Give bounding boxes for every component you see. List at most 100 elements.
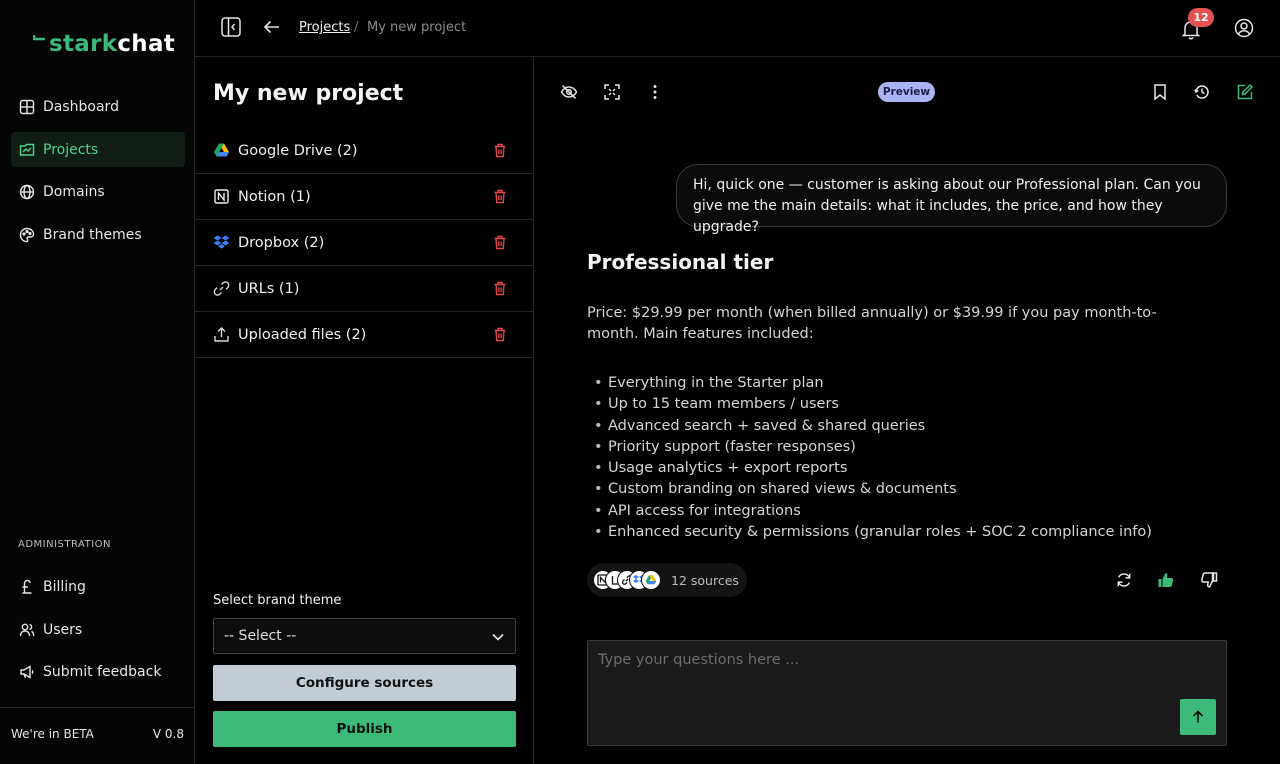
sidebar-item-label: Projects: [43, 141, 99, 158]
list-item: Priority support (faster responses): [594, 437, 1152, 459]
delete-source-icon[interactable]: [493, 281, 507, 296]
logo-text-chat: chat: [117, 31, 176, 57]
source-label: Notion (1): [238, 188, 311, 205]
brand-theme-select[interactable]: -- Select --: [213, 618, 516, 654]
fullscreen-button[interactable]: [603, 83, 621, 101]
send-button[interactable]: [1180, 699, 1216, 735]
source-row-uploaded-files[interactable]: Uploaded files (2): [195, 312, 533, 358]
palette-icon: [19, 227, 35, 243]
new-chat-button[interactable]: [1236, 83, 1254, 101]
megaphone-icon: [19, 664, 35, 680]
grid-icon: [19, 99, 35, 115]
sources-panel: My new project Google Drive (2) Notion (…: [195, 57, 534, 764]
upload-icon: [213, 326, 230, 343]
refresh-icon: [1117, 573, 1131, 587]
chevron-down-icon: [491, 630, 505, 644]
sidebar-item-users[interactable]: Users: [11, 612, 185, 647]
list-item: Everything in the Starter plan: [594, 373, 1152, 395]
breadcrumb-projects-link[interactable]: Projects: [299, 20, 350, 35]
breadcrumb-separator: /: [354, 20, 359, 35]
sidebar-item-label: Billing: [43, 578, 86, 595]
delete-source-icon[interactable]: [493, 143, 507, 158]
link-icon: [213, 280, 230, 297]
publish-button[interactable]: Publish: [213, 711, 516, 747]
user-message: Hi, quick one — customer is asking about…: [676, 164, 1227, 235]
logo-text-stark: stark: [49, 31, 118, 57]
beta-label: We're in BETA: [11, 727, 94, 741]
project-title: My new project: [213, 81, 404, 106]
google-drive-icon: [641, 570, 661, 590]
brand-theme-label: Select brand theme: [213, 593, 342, 608]
globe-icon: [19, 184, 35, 200]
breadcrumb-current: My new project: [367, 20, 467, 35]
list-item: Up to 15 team members / users: [594, 394, 1152, 416]
delete-source-icon[interactable]: [493, 235, 507, 250]
history-button[interactable]: [1193, 83, 1211, 101]
logo[interactable]: stark chat: [33, 30, 175, 58]
source-avatars: [593, 570, 661, 590]
source-label: URLs (1): [238, 280, 300, 297]
sidebar: stark chat Dashboard Projects Domains Bra…: [0, 0, 195, 764]
sidebar-item-label: Domains: [43, 183, 105, 200]
delete-source-icon[interactable]: [493, 327, 507, 342]
thumbs-down-button[interactable]: [1200, 571, 1218, 589]
history-icon: [1194, 85, 1209, 99]
sidebar-item-dashboard[interactable]: Dashboard: [11, 89, 185, 124]
source-label: Uploaded files (2): [238, 326, 367, 343]
question-input[interactable]: [588, 641, 1226, 745]
feature-list: Everything in the Starter plan Up to 15 …: [594, 373, 1152, 544]
expand-icon: [604, 84, 620, 100]
sidebar-item-billing[interactable]: Billing: [11, 569, 185, 604]
back-button[interactable]: [262, 17, 286, 41]
sidebar-item-brand-themes[interactable]: Brand themes: [11, 217, 185, 252]
sidebar-item-label: Users: [43, 621, 83, 638]
pound-icon: [19, 579, 35, 595]
answer-title: Professional tier: [587, 250, 774, 274]
sidebar-item-domains[interactable]: Domains: [11, 174, 185, 209]
source-row-dropbox[interactable]: Dropbox (2): [195, 220, 533, 266]
source-row-google-drive[interactable]: Google Drive (2): [195, 128, 533, 174]
eye-off-icon: [560, 84, 578, 100]
google-drive-icon: [213, 142, 230, 159]
edit-icon: [1237, 83, 1254, 100]
thumbs-down-icon: [1201, 572, 1218, 588]
sidebar-item-submit-feedback[interactable]: Submit feedback: [11, 654, 185, 689]
delete-source-icon[interactable]: [493, 189, 507, 204]
toggle-sidebar-button[interactable]: [220, 16, 244, 40]
question-input-box: [587, 640, 1227, 746]
list-item: Usage analytics + export reports: [594, 458, 1152, 480]
hide-preview-button[interactable]: [560, 83, 578, 101]
sidebar-footer: We're in BETA V 0.8: [0, 707, 194, 764]
bookmark-icon: [1154, 84, 1166, 101]
thumbs-up-button[interactable]: [1157, 571, 1175, 589]
regenerate-button[interactable]: [1115, 571, 1133, 589]
folder-icon: [19, 142, 35, 158]
top-bar: Projects / My new project 12: [195, 0, 1280, 57]
users-icon: [19, 622, 35, 638]
sidebar-item-label: Dashboard: [43, 98, 119, 115]
source-label: Dropbox (2): [238, 234, 325, 251]
configure-sources-button[interactable]: Configure sources: [213, 665, 516, 701]
list-item: Enhanced security & permissions (granula…: [594, 522, 1152, 544]
more-vertical-icon: [653, 85, 657, 99]
sidebar-item-label: Submit feedback: [43, 663, 162, 680]
sources-count: 12 sources: [671, 572, 739, 588]
more-options-button[interactable]: [646, 83, 664, 101]
list-item: Custom branding on shared views & docume…: [594, 479, 1152, 501]
source-row-urls[interactable]: URLs (1): [195, 266, 533, 312]
admin-section-label: ADMINISTRATION: [18, 539, 112, 550]
sidebar-item-projects[interactable]: Projects: [11, 132, 185, 167]
account-button[interactable]: [1233, 17, 1257, 41]
version-label: V 0.8: [152, 727, 184, 741]
notion-icon: [213, 188, 230, 205]
list-item: API access for integrations: [594, 501, 1152, 523]
preview-badge: Preview: [878, 82, 935, 102]
sources-chip[interactable]: 12 sources: [587, 563, 747, 597]
sidebar-item-label: Brand themes: [43, 226, 142, 243]
source-row-notion[interactable]: Notion (1): [195, 174, 533, 220]
logo-mark-icon: [33, 35, 45, 41]
user-icon: [1234, 18, 1254, 38]
notification-count-badge: 12: [1188, 8, 1214, 27]
bookmark-button[interactable]: [1151, 83, 1169, 101]
answer-paragraph: Price: $29.99 per month (when billed ann…: [587, 305, 1157, 342]
